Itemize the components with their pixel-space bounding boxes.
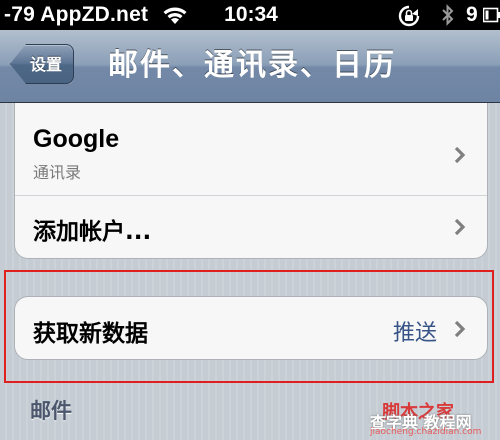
wifi-icon (163, 7, 187, 24)
chevron-right-icon (454, 320, 466, 338)
add-account-label: 添加帐户... (33, 219, 152, 245)
navigation-bar: 设置 邮件、通讯录、日历 (0, 30, 500, 103)
chevron-right-icon (454, 218, 466, 236)
status-bar: -79 AppZD.net 10:34 9 (0, 0, 500, 30)
battery-percent: 9 (466, 3, 478, 26)
back-button-settings[interactable]: 设置 (10, 44, 74, 84)
fetch-new-data-row[interactable]: 获取新数据 推送 (15, 297, 487, 359)
accounts-group: Google 通讯录 添加帐户... (14, 103, 488, 259)
fetch-group: 获取新数据 推送 (14, 296, 488, 360)
chevron-right-icon (454, 146, 466, 164)
fetch-new-data-label: 获取新数据 (33, 321, 148, 347)
watermark-url: jiaocheng.chazidian.com (370, 427, 482, 437)
page-title: 邮件、通讯录、日历 (108, 48, 396, 83)
account-row-google[interactable]: Google 通讯录 (15, 103, 487, 196)
fetch-new-data-value: 推送 (392, 321, 437, 346)
rotation-lock-icon (398, 5, 420, 27)
mail-section-header: 邮件 (30, 399, 72, 423)
account-title: Google (33, 125, 120, 153)
clock-time: 10:34 (224, 3, 278, 26)
add-account-row[interactable]: 添加帐户... (15, 195, 487, 257)
bluetooth-icon (442, 4, 454, 26)
carrier-label: -79 AppZD.net (4, 3, 149, 26)
account-subtitle: 通讯录 (33, 163, 82, 182)
battery-icon (483, 7, 500, 23)
